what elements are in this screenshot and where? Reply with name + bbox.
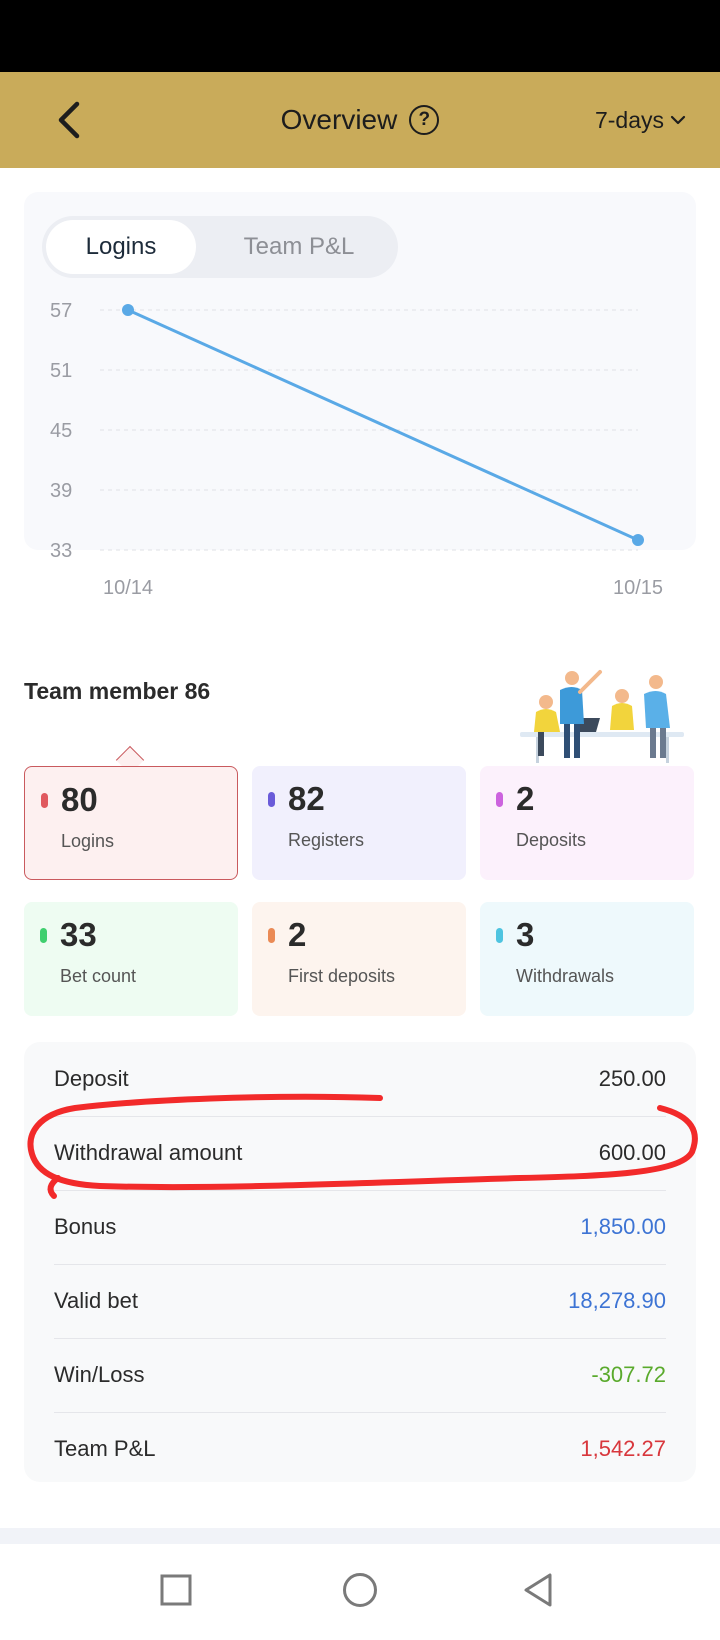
nav-divider <box>0 1528 720 1544</box>
summary-label: Win/Loss <box>54 1362 145 1387</box>
summary-value: 1,542.27 <box>580 1436 666 1461</box>
stat-value: 2 <box>288 916 307 953</box>
summary-value: 18,278.90 <box>568 1288 666 1313</box>
page-title: Overview <box>280 104 398 135</box>
recent-apps-button[interactable] <box>154 1568 198 1612</box>
stat-label: Deposits <box>516 830 587 850</box>
summary-value: 250.00 <box>598 1066 666 1091</box>
stat-dot <box>496 928 503 943</box>
y-tick-label: 33 <box>50 540 72 562</box>
system-nav-bar <box>0 1544 720 1640</box>
summary-value: -307.72 <box>591 1362 666 1387</box>
data-point <box>122 304 134 316</box>
stat-dot <box>268 792 275 807</box>
summary-label: Deposit <box>54 1066 129 1091</box>
summary-row-valid-bet: Valid bet 18,278.90 <box>54 1264 666 1338</box>
stat-label: Withdrawals <box>516 966 615 986</box>
logins-line-chart: 57 51 45 39 33 10/14 10/15 <box>50 300 663 599</box>
data-point <box>632 534 644 546</box>
summary-label: Valid bet <box>54 1288 138 1313</box>
stat-card-registers[interactable]: 82 Registers <box>252 766 466 880</box>
summary-label: Team P&L <box>54 1436 156 1461</box>
y-tick-label: 39 <box>50 480 72 502</box>
stat-label: Logins <box>61 831 115 851</box>
chevron-down-icon <box>670 115 686 125</box>
hand-drawn-highlight <box>27 1093 698 1199</box>
stat-card-deposits[interactable]: 2 Deposits <box>480 766 694 880</box>
home-button[interactable] <box>338 1568 382 1612</box>
stat-value: 2 <box>516 780 535 817</box>
back-nav-button[interactable] <box>516 1568 560 1612</box>
y-tick-label: 45 <box>50 420 72 442</box>
help-icon[interactable]: ? <box>409 105 440 135</box>
stat-value: 33 <box>60 916 97 953</box>
back-button[interactable] <box>44 94 96 146</box>
summary-row-win-loss: Win/Loss -307.72 <box>54 1338 666 1412</box>
circle-icon <box>343 1573 377 1607</box>
range-label: 7-days <box>594 106 664 133</box>
stat-card-bet-count[interactable]: 33 Bet count <box>24 902 238 1016</box>
stat-value: 82 <box>288 780 325 817</box>
status-bar <box>0 0 720 72</box>
header-bar: Overview ? 7-days <box>0 72 720 168</box>
x-tick-label: 10/14 <box>103 577 153 599</box>
triangle-back-icon <box>524 1573 552 1607</box>
summary-label: Bonus <box>54 1214 117 1239</box>
stat-value: 3 <box>516 916 535 953</box>
stat-dot <box>41 793 48 808</box>
y-tick-label: 51 <box>50 360 72 382</box>
stat-dot <box>40 928 47 943</box>
team-illustration <box>520 670 684 763</box>
x-tick-label: 10/15 <box>613 577 663 599</box>
team-member-title: Team member 86 <box>24 678 211 704</box>
square-icon <box>160 1574 192 1606</box>
summary-value: 1,850.00 <box>580 1214 666 1239</box>
stat-card-withdrawals[interactable]: 3 Withdrawals <box>480 902 694 1016</box>
stat-dot <box>496 792 503 807</box>
stat-label: Bet count <box>60 966 137 986</box>
stat-label: First deposits <box>288 966 396 986</box>
range-dropdown[interactable]: 7-days <box>595 100 686 140</box>
stat-dot <box>268 928 275 943</box>
stat-label: Registers <box>288 830 365 850</box>
stat-value: 80 <box>61 781 98 818</box>
summary-row-team-p-l: Team P&L 1,542.27 <box>54 1412 666 1486</box>
stat-card-first-deposits[interactable]: 2 First deposits <box>252 902 466 1016</box>
chart-card: Logins Team P&L 57 51 45 39 33 10/14 10/15 <box>24 192 696 610</box>
stat-card-logins[interactable]: 80 Logins <box>24 766 238 880</box>
y-tick-label: 57 <box>50 300 72 322</box>
back-arrow-icon <box>58 101 80 139</box>
series-line <box>127 308 639 542</box>
